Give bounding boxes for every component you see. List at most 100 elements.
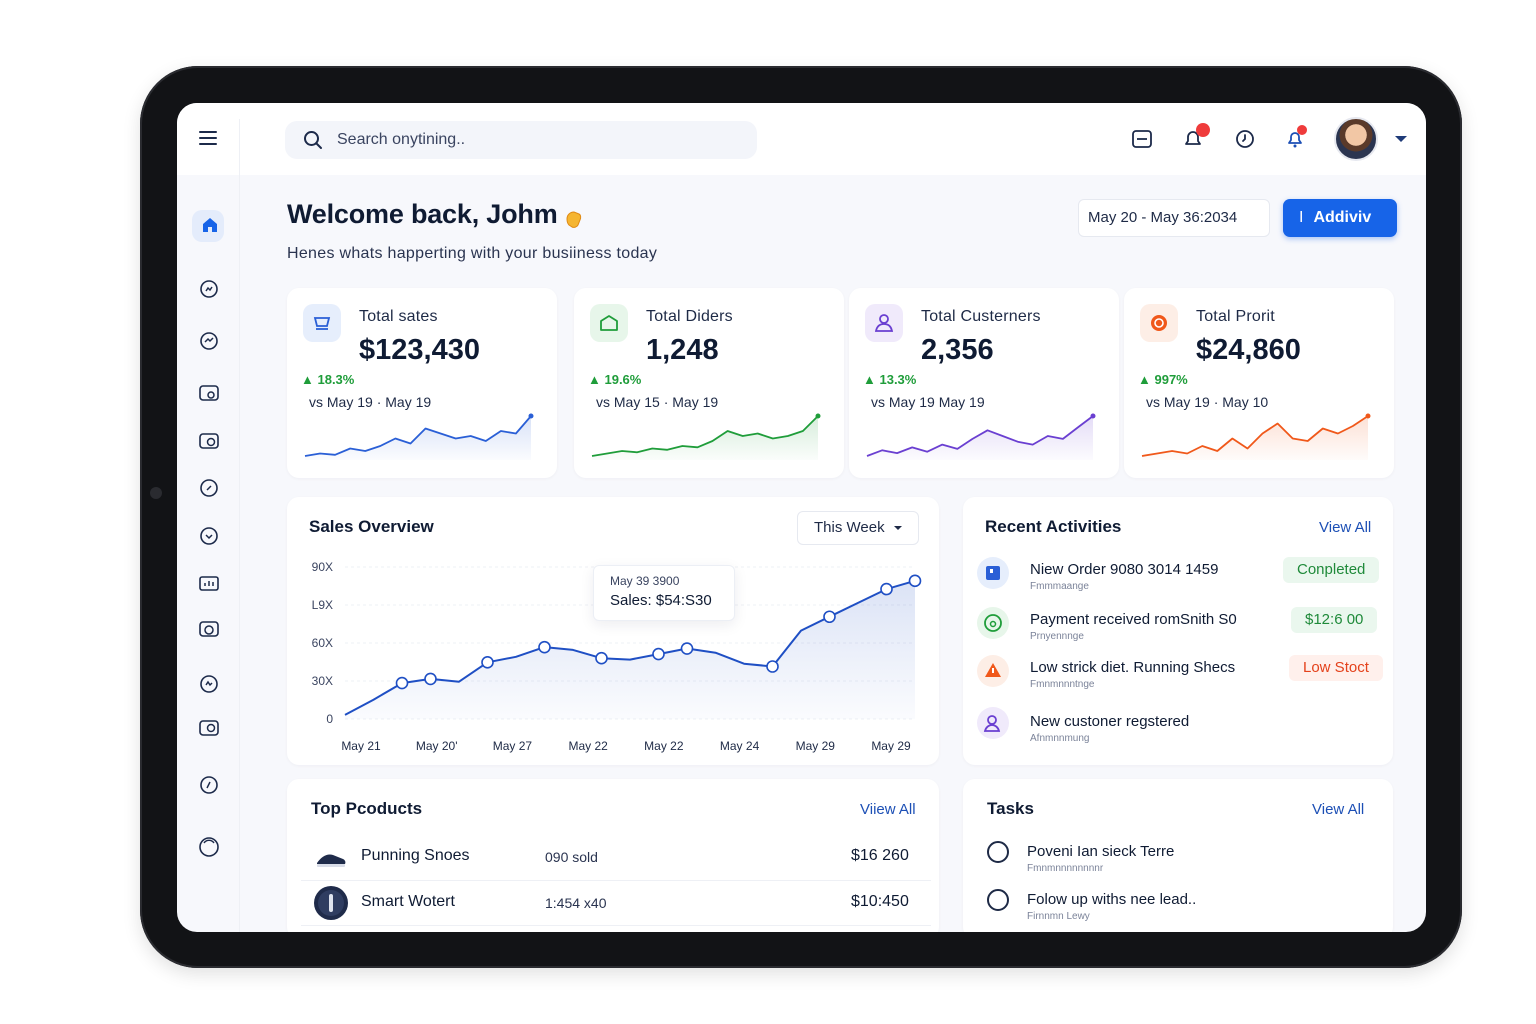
camera-dot <box>150 487 162 499</box>
product-price: $10:450 <box>851 893 909 910</box>
x-tick-label: May 29 <box>871 739 911 753</box>
sparkline-total-orders <box>591 413 821 460</box>
sidebar-settings-icon[interactable] <box>197 773 221 797</box>
activity-subtitle: Afnmnnmung <box>1030 733 1090 744</box>
stat-card-total-sales[interactable]: Total sates $123,430 ▲ 18.3% vs May 19 ·… <box>287 288 557 478</box>
task-title: Folow up withs nee lead.. <box>1027 891 1197 908</box>
stat-change: ▲ 18.3% <box>301 372 355 387</box>
sidebar-divider <box>239 119 240 932</box>
dashboard-screen: Welcome back, Johm Henes whats happertin… <box>177 103 1426 932</box>
stat-label: Total Diders <box>646 308 733 325</box>
sparkline-end-point <box>528 413 534 419</box>
user-avatar[interactable] <box>1334 117 1378 161</box>
range-select[interactable]: This Week <box>797 511 919 545</box>
stat-card-total-customers[interactable]: Total Custerners 2,356 ▲ 13.3% vs May 19… <box>849 288 1119 478</box>
sparkline-total-profit <box>1141 413 1371 460</box>
messages-icon[interactable] <box>1130 127 1154 151</box>
y-tick-label: 0 <box>326 712 333 726</box>
stat-change: ▲ 19.6% <box>588 372 642 387</box>
recent-activities-card: Recent Activities View All Niew Order 90… <box>963 497 1393 765</box>
sidebar-help-icon[interactable] <box>197 835 221 859</box>
cart-icon <box>303 304 341 342</box>
top-products-title: Top Pcoducts <box>311 799 423 818</box>
product-price: $16 260 <box>851 847 909 864</box>
stat-label: Total Prorit <box>1196 308 1275 325</box>
sidebar-messages-icon[interactable] <box>197 617 221 641</box>
sales-data-point <box>908 574 922 588</box>
tooltip-value: Sales: $54:S30 <box>610 592 712 609</box>
payment-icon <box>977 607 1009 639</box>
product-sold: 1:454 x40 <box>545 895 607 911</box>
activity-title: Low strick diet. Running Shecs <box>1030 659 1236 676</box>
y-tick-label: L9X <box>312 598 333 612</box>
search-bar[interactable] <box>285 121 757 159</box>
sidebar-stats-icon[interactable] <box>197 571 221 595</box>
hamburger-menu-icon[interactable] <box>199 131 217 147</box>
sales-data-point <box>481 656 494 669</box>
running-shoes-image <box>317 854 346 867</box>
stat-card-total-orders[interactable]: Total Diders 1,248 ▲ 19.6% vs May 15 · M… <box>574 288 844 478</box>
sales-overview-title: Sales Overview <box>309 517 434 536</box>
stat-card-total-profit[interactable]: Total Prorit $24,860 ▲ 997% vs May 19 · … <box>1124 288 1394 478</box>
sparkline-total-sales <box>304 413 534 460</box>
sparkline-total-customers <box>866 413 1096 460</box>
home-icon <box>203 218 217 232</box>
task-subtitle: Fmnmnnnnnnnnr <box>1027 863 1104 874</box>
task-checkbox[interactable] <box>987 889 1009 911</box>
task-checkbox[interactable] <box>987 841 1009 863</box>
date-range-picker[interactable]: May 20 - May 36:2034 <box>1078 199 1270 237</box>
page-subtitle: Henes whats happerting with your busiine… <box>287 245 658 262</box>
clock-icon[interactable] <box>1233 127 1257 151</box>
sales-data-point <box>823 610 836 624</box>
sales-data-point <box>652 647 665 661</box>
stat-label: Total sates <box>359 308 438 325</box>
stat-value: 2,356 <box>921 334 994 366</box>
y-tick-label: 90X <box>312 560 333 574</box>
activities-view-all-link[interactable]: View All <box>1319 519 1371 536</box>
sidebar-orders-icon[interactable] <box>197 381 221 405</box>
sidebar-analytics-icon[interactable] <box>197 277 221 301</box>
warning-icon <box>977 655 1009 687</box>
add-button-label: Addiviv <box>1313 209 1372 226</box>
sidebar-customers-icon[interactable] <box>197 476 221 500</box>
alerts-badge <box>1297 125 1307 135</box>
waving-hand-icon <box>566 211 582 228</box>
product-name: Smart Wotert <box>361 893 455 910</box>
product-row[interactable]: Smart Wotert 1:454 x40 $10:450 <box>301 881 931 925</box>
coin-icon <box>1140 304 1178 342</box>
task-subtitle: Firnnmn Lewy <box>1027 911 1090 922</box>
activity-subtitle: Prnyennnge <box>1030 631 1084 642</box>
sidebar-tags-icon[interactable] <box>197 524 221 548</box>
sidebar-reports-icon[interactable] <box>197 329 221 353</box>
status-badge: Conpleted <box>1283 557 1380 583</box>
user-icon <box>865 304 903 342</box>
sidebar-integrations-icon[interactable] <box>197 672 221 696</box>
sales-overview-card: 0 30X 60X L9X 90X May 21 May 20' May 27 May 22 Ma… <box>287 497 939 765</box>
sales-data-point <box>424 672 437 686</box>
x-tick-label: May 22 <box>644 739 684 753</box>
product-row[interactable]: Punning Snoes 090 sold $16 260 <box>301 835 931 879</box>
product-name: Punning Snoes <box>361 847 470 864</box>
page-title: Welcome back, Johm <box>287 199 558 229</box>
sales-data-point <box>880 582 893 596</box>
account-menu-chevron-down-icon[interactable] <box>1395 136 1407 142</box>
tasks-title: Tasks <box>987 799 1034 818</box>
y-tick-label: 30X <box>312 674 333 688</box>
chevron-down-icon <box>894 526 902 530</box>
order-icon <box>977 557 1009 589</box>
sales-data-point <box>680 642 694 655</box>
search-input[interactable] <box>337 127 737 153</box>
smart-watch-image <box>314 886 348 920</box>
sidebar-products-icon[interactable] <box>197 429 221 453</box>
add-button[interactable]: I Addiviv <box>1283 199 1397 237</box>
tasks-view-all-link[interactable]: View All <box>1312 801 1364 818</box>
activity-title: New custoner regstered <box>1030 713 1190 730</box>
sparkline-end-point <box>1365 413 1371 419</box>
activity-subtitle: Fmmmaange <box>1030 581 1089 592</box>
sidebar-billing-icon[interactable] <box>197 716 221 740</box>
stat-value: $24,860 <box>1196 334 1301 366</box>
task-title: Poveni Ian sieck Terre <box>1027 843 1175 860</box>
products-view-all-link[interactable]: Viiew All <box>860 801 916 818</box>
stat-value: $123,430 <box>359 334 480 366</box>
x-tick-label: May 29 <box>796 739 836 753</box>
